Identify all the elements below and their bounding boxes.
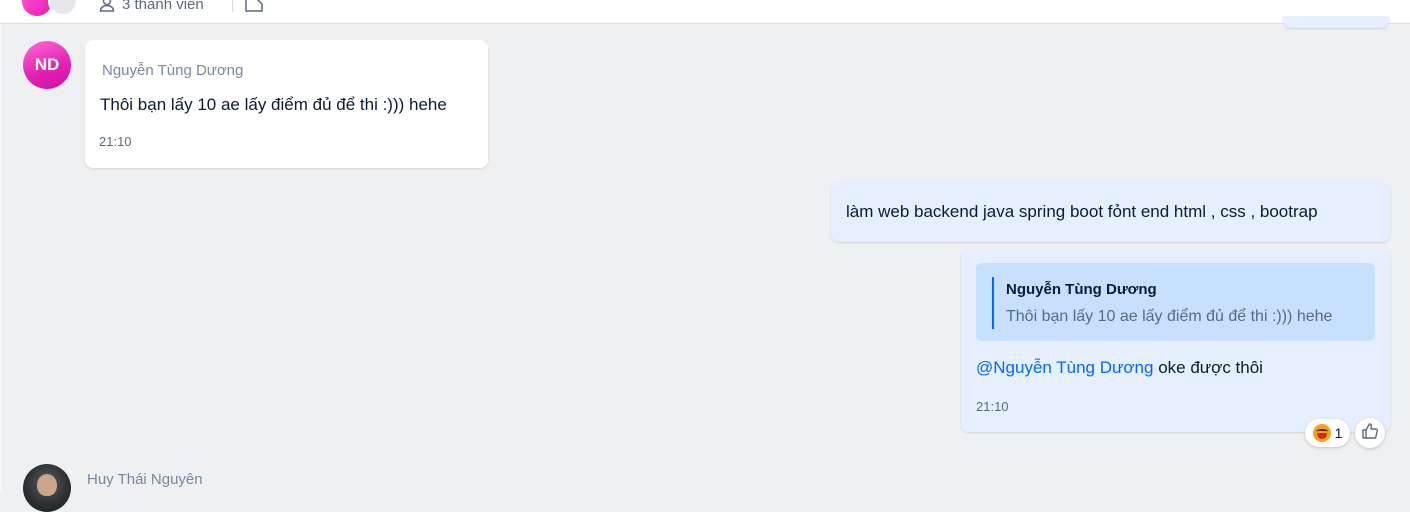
message-text: làm web backend java spring boot fỏnt en… [846, 202, 1318, 221]
reaction-summary[interactable]: 1 [1305, 419, 1350, 447]
quote-bar [992, 277, 994, 329]
message-body: oke được thôi [1158, 358, 1263, 377]
previous-message-bubble [1283, 16, 1389, 28]
message-text: Thôi bạn lấy 10 ae lấy điểm đủ để thi :)… [100, 95, 447, 114]
quote-sender-name: Nguyễn Tùng Dương [1006, 281, 1157, 298]
divider [0, 24, 2, 491]
mention-link[interactable]: @Nguyễn Tùng Dương [976, 358, 1153, 377]
sender-name: Huy Thái Nguyên [87, 471, 203, 488]
chat-header: 3 thành viên [0, 0, 1410, 24]
message-time: 21:10 [99, 134, 132, 149]
thumbs-up-icon [1361, 422, 1379, 445]
members-button[interactable]: 3 thành viên [98, 0, 204, 14]
message-bubble-outgoing[interactable]: làm web backend java spring boot fỏnt en… [831, 182, 1390, 242]
laughing-emoji-icon [1312, 424, 1331, 442]
avatar[interactable] [23, 464, 71, 512]
quoted-message[interactable]: Nguyễn Tùng Dương Thôi bạn lấy 10 ae lấy… [976, 263, 1375, 341]
members-count-label: 3 thành viên [122, 0, 204, 13]
avatar[interactable]: ND [23, 41, 71, 89]
avatar-initials: ND [34, 55, 60, 74]
sender-name: Nguyễn Tùng Dương [102, 62, 244, 79]
quote-text: Thôi bạn lấy 10 ae lấy điểm đủ để thi :)… [1006, 308, 1333, 325]
user-icon [98, 0, 116, 13]
message-text: @Nguyễn Tùng Dương oke được thôi [976, 358, 1263, 378]
header-divider [232, 0, 233, 12]
group-avatar-secondary[interactable] [48, 0, 78, 16]
message-bubble-outgoing-reply[interactable]: Nguyễn Tùng Dương Thôi bạn lấy 10 ae lấy… [961, 249, 1390, 432]
message-time: 21:10 [976, 399, 1009, 414]
like-button[interactable] [1355, 418, 1385, 448]
message-bubble-incoming[interactable]: Nguyễn Tùng Dương Thôi bạn lấy 10 ae lấy… [85, 40, 488, 168]
edit-icon[interactable] [243, 0, 265, 14]
reaction-count: 1 [1334, 425, 1343, 441]
